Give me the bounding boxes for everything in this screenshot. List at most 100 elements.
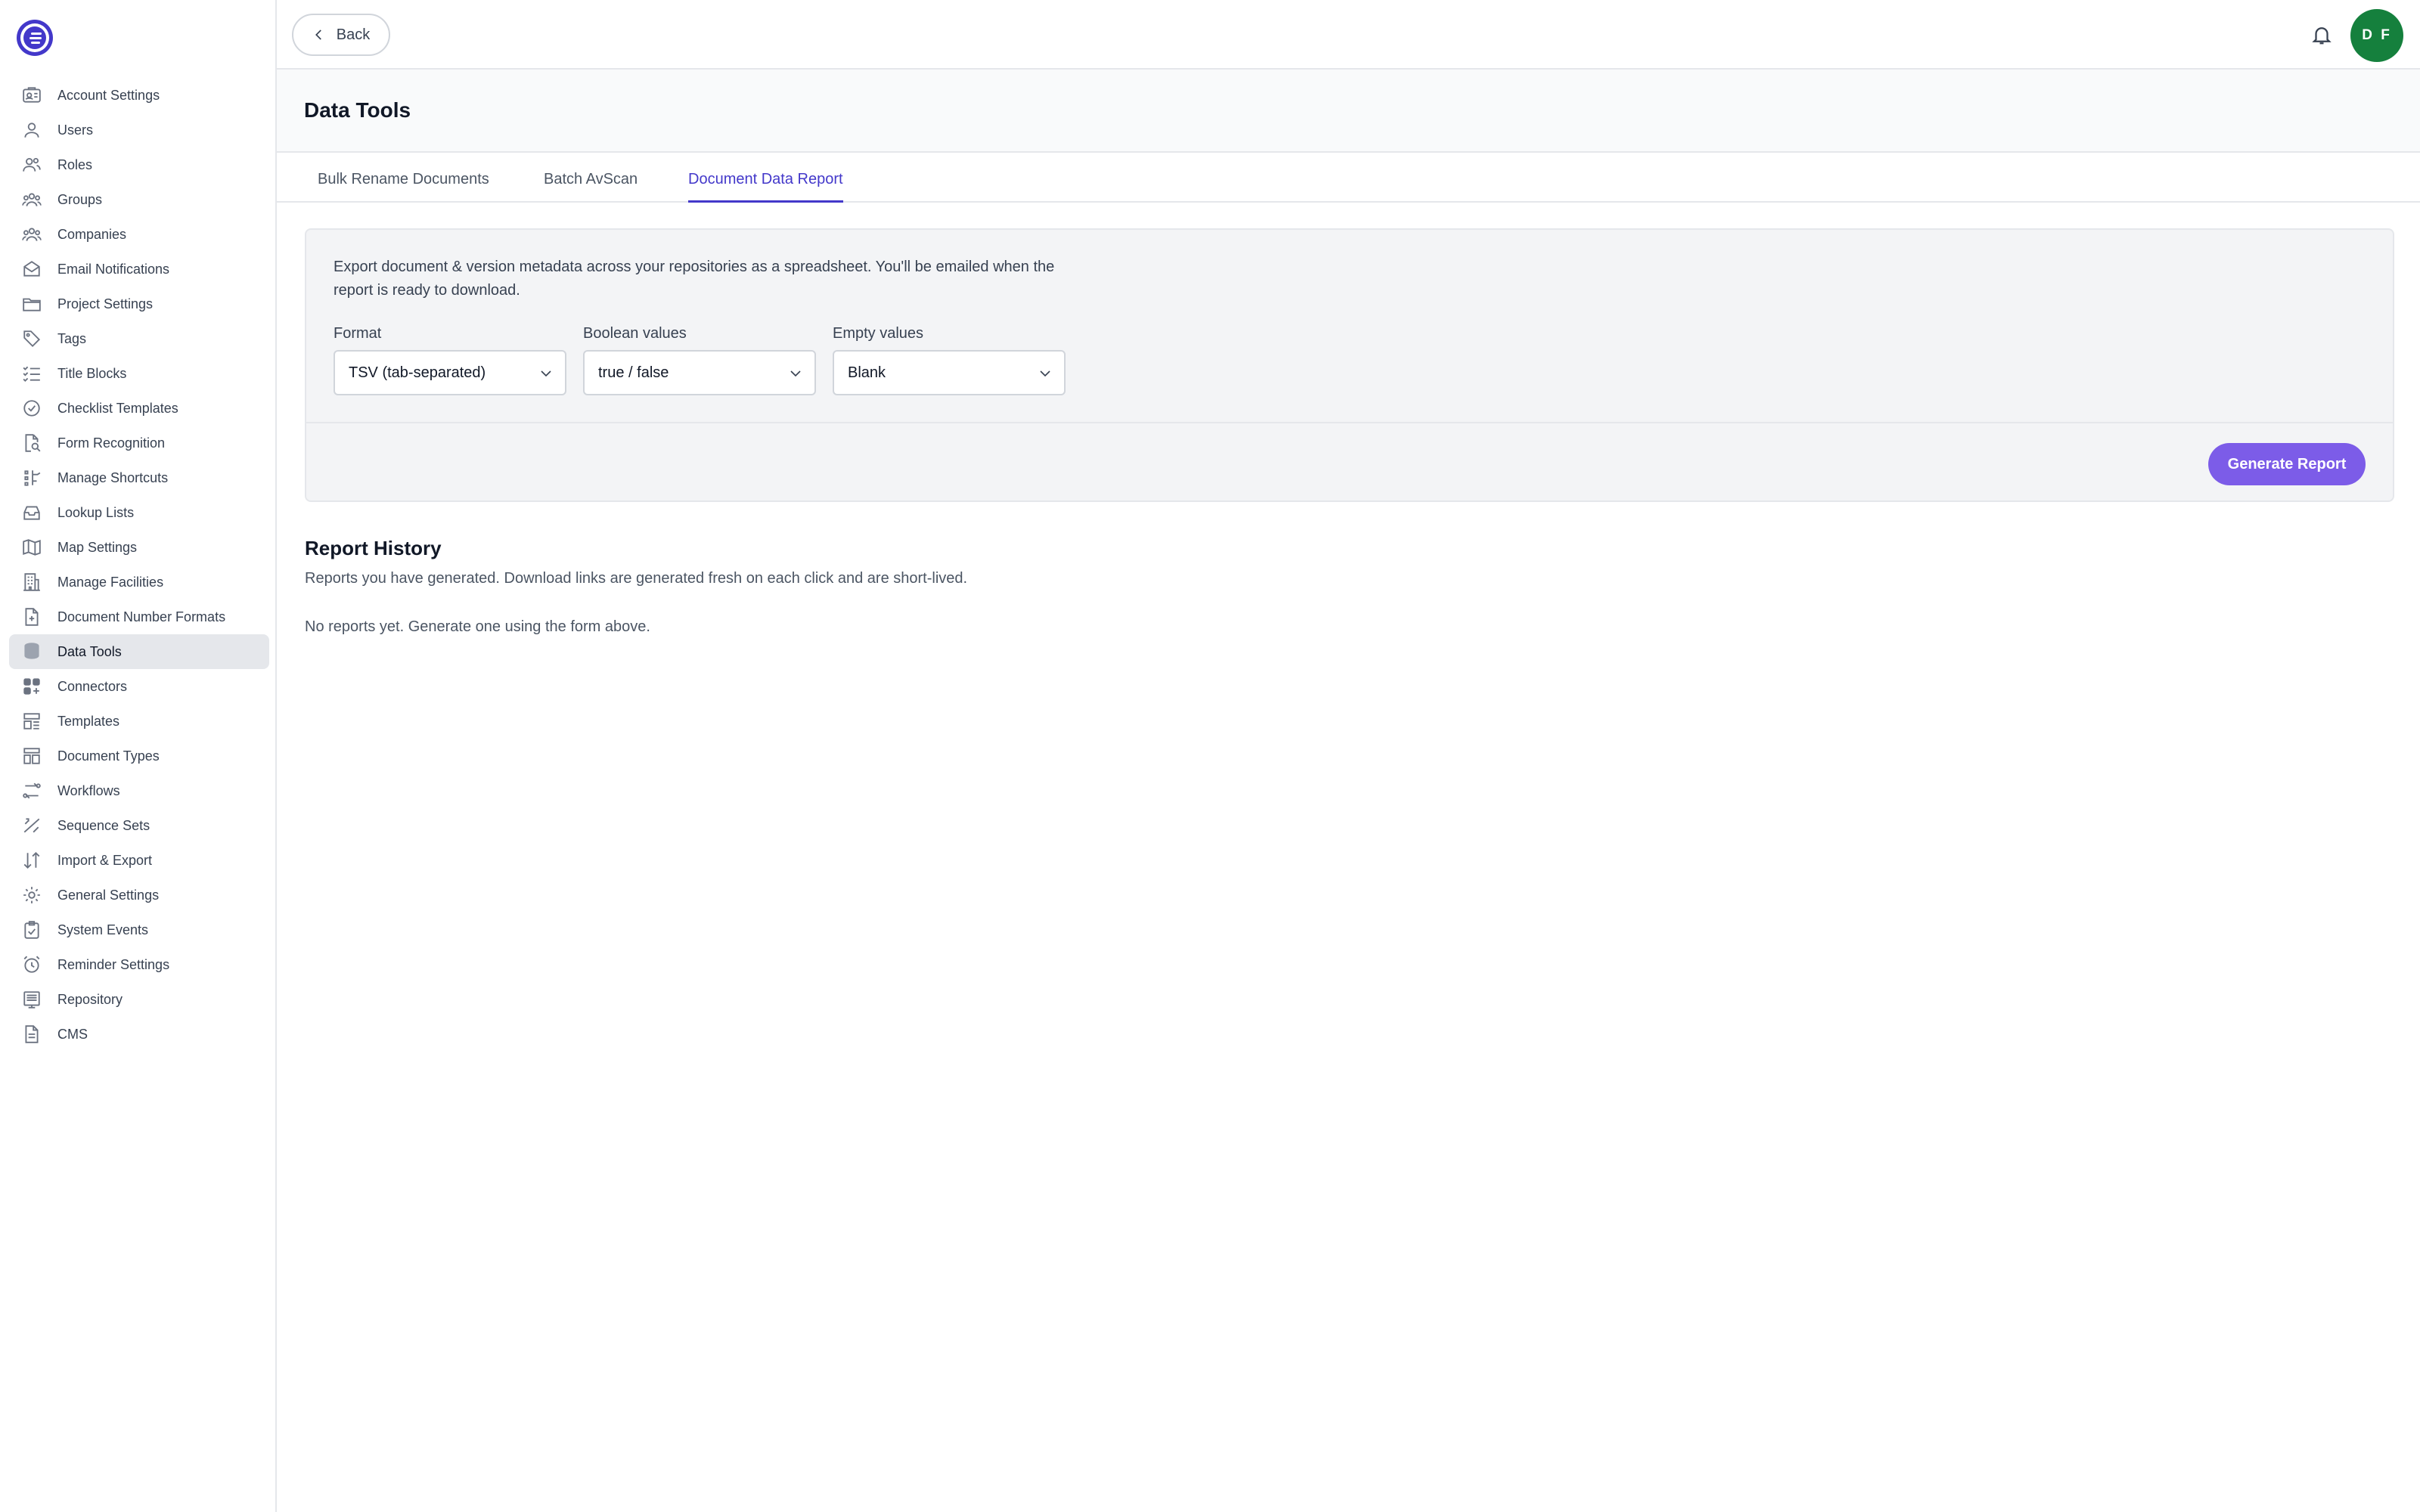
empty-values-label: Empty values	[833, 325, 924, 342]
chevron-left-icon	[315, 29, 321, 40]
sidebar-item-label: Import & Export	[57, 852, 153, 868]
folder-icon	[21, 293, 42, 314]
sidebar-item-cms[interactable]: CMS	[9, 1017, 269, 1052]
sidebar-item-document-types[interactable]: Document Types	[9, 739, 269, 773]
sidebar-nav: Account Settings Users Roles Groups Comp…	[9, 78, 269, 1052]
sidebar-item-label: Checklist Templates	[57, 400, 178, 416]
empty-values-select-value: Blank	[848, 364, 886, 381]
sidebar-item-lookup-lists[interactable]: Lookup Lists	[9, 495, 269, 530]
list-check-icon	[21, 363, 42, 384]
report-history-subtitle: Reports you have generated. Download lin…	[305, 570, 968, 587]
sidebar-item-document-number-formats[interactable]: Document Number Formats	[9, 600, 269, 634]
sidebar-item-tags[interactable]: Tags	[9, 321, 269, 356]
sidebar-item-label: Title Blocks	[57, 365, 127, 381]
format-select[interactable]: TSV (tab-separated)	[334, 350, 566, 395]
sidebar-item-groups[interactable]: Groups	[9, 182, 269, 217]
sidebar-item-label: Sequence Sets	[57, 817, 150, 833]
sidebar-item-label: Manage Facilities	[57, 574, 164, 590]
envelope-icon	[21, 259, 42, 280]
arrows-up-down-icon	[21, 850, 42, 871]
sidebar-item-roles[interactable]: Roles	[9, 147, 269, 182]
roles-icon	[21, 154, 42, 175]
sidebar-item-label: Reminder Settings	[57, 956, 170, 972]
sidebar-item-sequence-sets[interactable]: Sequence Sets	[9, 808, 269, 843]
sidebar-item-label: System Events	[57, 922, 149, 937]
sidebar-item-label: Manage Shortcuts	[57, 469, 169, 485]
alarm-clock-icon	[21, 954, 42, 975]
sidebar-item-label: Tags	[57, 330, 87, 346]
sidebar-item-workflows[interactable]: Workflows	[9, 773, 269, 808]
report-history-empty-state: No reports yet. Generate one using the f…	[305, 618, 650, 635]
report-form-card: Export document & version metadata acros…	[305, 228, 2394, 502]
empty-values-select[interactable]: Blank	[833, 350, 1066, 395]
sidebar-item-connectors[interactable]: Connectors	[9, 669, 269, 704]
boolean-values-select-value: true / false	[598, 364, 669, 381]
sidebar-item-label: Lookup Lists	[57, 504, 135, 520]
grid-plus-icon	[21, 676, 42, 697]
sidebar-item-project-settings[interactable]: Project Settings	[9, 287, 269, 321]
tab-document-data-report[interactable]: Document Data Report	[688, 171, 843, 203]
back-button[interactable]: Back	[292, 14, 390, 56]
notifications-button[interactable]	[2307, 20, 2337, 50]
sidebar-item-label: Groups	[57, 191, 103, 207]
sidebar-item-system-events[interactable]: System Events	[9, 912, 269, 947]
sidebar-item-label: Document Number Formats	[57, 609, 226, 624]
sidebar-item-data-tools[interactable]: Data Tools	[9, 634, 269, 669]
companies-icon	[21, 224, 42, 245]
sidebar-item-checklist-templates[interactable]: Checklist Templates	[9, 391, 269, 426]
boolean-values-field: Boolean values true / false	[583, 325, 816, 395]
format-label: Format	[334, 325, 382, 342]
sidebar-item-label: Form Recognition	[57, 435, 166, 451]
sidebar-item-label: Companies	[57, 226, 127, 242]
sidebar-item-repository[interactable]: Repository	[9, 982, 269, 1017]
check-circle-icon	[21, 398, 42, 419]
repository-icon	[21, 989, 42, 1010]
sidebar-item-label: Roles	[57, 156, 93, 172]
sidebar-item-label: Data Tools	[57, 643, 122, 659]
empty-values-field: Empty values Blank	[833, 325, 1066, 395]
sidebar-item-label: Document Types	[57, 748, 160, 764]
tab-bulk-rename-documents[interactable]: Bulk Rename Documents	[318, 171, 489, 203]
sidebar-item-manage-facilities[interactable]: Manage Facilities	[9, 565, 269, 600]
sidebar-item-label: Workflows	[57, 782, 120, 798]
format-field: Format TSV (tab-separated)	[334, 325, 566, 395]
tab-batch-avscan[interactable]: Batch AvScan	[544, 171, 638, 203]
sidebar-item-title-blocks[interactable]: Title Blocks	[9, 356, 269, 391]
tab-bar: Bulk Rename Documents Batch AvScan Docum…	[277, 153, 2420, 203]
boolean-values-select[interactable]: true / false	[583, 350, 816, 395]
gear-icon	[21, 885, 42, 906]
chevron-down-icon	[1040, 370, 1050, 377]
page-title: Data Tools	[304, 98, 411, 122]
shortcut-icon	[21, 467, 42, 488]
sidebar-item-account-settings[interactable]: Account Settings	[9, 78, 269, 113]
document-icon	[21, 1024, 42, 1045]
top-bar: Back D F	[277, 0, 2420, 70]
generate-report-button[interactable]: Generate Report	[2208, 443, 2366, 485]
building-icon	[21, 572, 42, 593]
document-types-icon	[21, 745, 42, 767]
sidebar-item-label: Repository	[57, 991, 123, 1007]
chevron-down-icon	[541, 370, 551, 377]
sidebar-item-import-export[interactable]: Import & Export	[9, 843, 269, 878]
sidebar-item-label: Email Notifications	[57, 261, 170, 277]
tag-icon	[21, 328, 42, 349]
avatar[interactable]: D F	[2350, 9, 2403, 62]
sidebar-item-email-notifications[interactable]: Email Notifications	[9, 252, 269, 287]
workflow-icon	[21, 780, 42, 801]
sidebar-item-reminder-settings[interactable]: Reminder Settings	[9, 947, 269, 982]
sidebar-item-companies[interactable]: Companies	[9, 217, 269, 252]
sidebar-item-general-settings[interactable]: General Settings	[9, 878, 269, 912]
sidebar-item-templates[interactable]: Templates	[9, 704, 269, 739]
report-history-title: Report History	[305, 537, 442, 559]
sidebar-item-label: CMS	[57, 1026, 88, 1042]
template-icon	[21, 711, 42, 732]
app-logo-icon[interactable]	[17, 20, 53, 56]
groups-icon	[21, 189, 42, 210]
sidebar-item-form-recognition[interactable]: Form Recognition	[9, 426, 269, 460]
sidebar-item-map-settings[interactable]: Map Settings	[9, 530, 269, 565]
sidebar-item-manage-shortcuts[interactable]: Manage Shortcuts	[9, 460, 269, 495]
sidebar-item-users[interactable]: Users	[9, 113, 269, 147]
user-icon	[21, 119, 42, 141]
sidebar-item-label: Project Settings	[57, 296, 154, 311]
map-icon	[21, 537, 42, 558]
